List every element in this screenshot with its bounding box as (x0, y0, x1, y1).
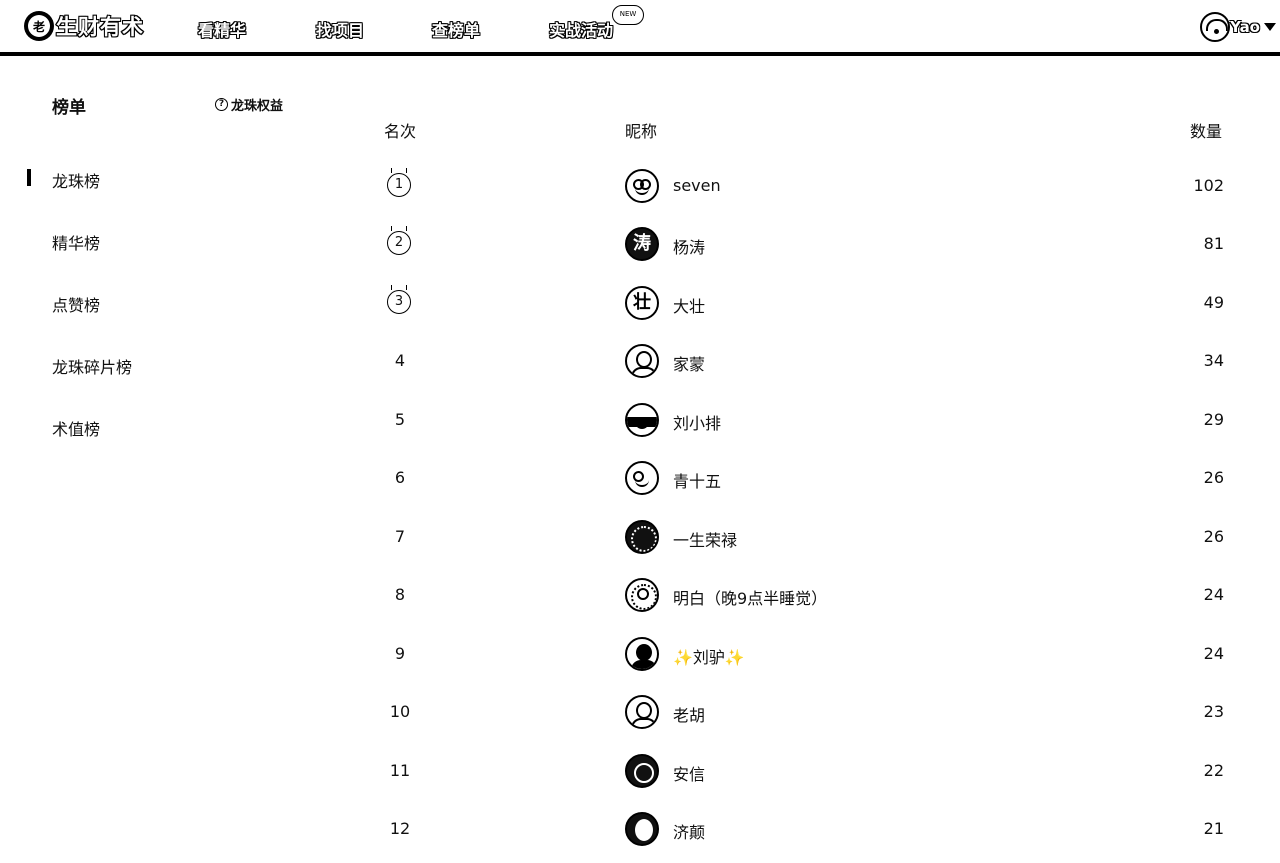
rank-number: 10 (389, 702, 411, 721)
medal-icon: 1 (387, 168, 411, 197)
nav-item-projects[interactable]: 找项目 (316, 17, 364, 41)
user-name[interactable]: Yao (1230, 18, 1260, 36)
nickname[interactable]: 刘小排 (673, 410, 721, 434)
logo[interactable]: 老 生财有术 (24, 10, 144, 42)
rank-number: 11 (389, 761, 411, 780)
sidebar-item-fragments[interactable]: 龙珠碎片榜 (52, 354, 132, 378)
nickname[interactable]: 明白（晚9点半睡觉） (673, 585, 827, 609)
header-count: 数量 (1190, 122, 1223, 141)
table-row: 1 seven 102 (370, 167, 1240, 207)
count: 22 (1203, 761, 1224, 780)
medal-icon: 3 (387, 285, 411, 314)
sidebar-item-likes[interactable]: 点赞榜 (52, 292, 100, 316)
person-dotted-icon[interactable] (625, 578, 659, 612)
header-rank: 名次 (384, 122, 417, 141)
person-suit-icon[interactable] (625, 637, 659, 671)
medal-icon: 2 (387, 226, 411, 255)
user-menu[interactable]: Yao (1200, 11, 1276, 43)
user-avatar[interactable] (1200, 12, 1231, 42)
table-row: 8 明白（晚9点半睡觉） 24 (370, 576, 1240, 616)
nickname[interactable]: 青十五 (673, 468, 721, 492)
sidebar-title: 榜单 (52, 98, 86, 118)
mushroom-icon[interactable] (625, 403, 659, 437)
count: 81 (1203, 234, 1224, 253)
person-glasses-icon[interactable] (625, 344, 659, 378)
nickname[interactable]: 家蒙 (673, 351, 705, 375)
table-row: 6 青十五 26 (370, 459, 1240, 499)
count: 26 (1203, 527, 1224, 546)
count: 29 (1203, 410, 1224, 429)
benefits-label[interactable]: 龙珠权益 (231, 95, 283, 114)
cartoon-face-icon[interactable] (625, 461, 659, 495)
logo-mark-icon: 老 (24, 11, 54, 41)
table-row: 9 ✨刘驴✨ 24 (370, 635, 1240, 675)
nickname[interactable]: seven (673, 176, 721, 195)
rank-number: 12 (389, 819, 411, 838)
caret-down-icon[interactable] (1264, 23, 1276, 31)
table-row: 4 家蒙 34 (370, 342, 1240, 382)
nav-item-highlights[interactable]: 看精华 (198, 17, 246, 41)
sidebar-item-essence[interactable]: 精华榜 (52, 230, 100, 254)
sidebar-item-skill-value[interactable]: 术值榜 (52, 416, 100, 440)
dark-photo-icon[interactable] (625, 520, 659, 554)
sidebar-item-dragon-ball[interactable]: 龙珠榜 (52, 168, 100, 192)
rank-number: 5 (394, 410, 406, 429)
person-icon[interactable] (625, 695, 659, 729)
rank-number: 6 (394, 468, 406, 487)
top-nav: 老 生财有术 看精华 找项目 查榜单 实战活动 NEW Yao (0, 0, 1280, 56)
nav-item-rankings[interactable]: 查榜单 (432, 17, 480, 41)
nickname[interactable]: ✨刘驴✨ (673, 644, 745, 668)
nickname[interactable]: 安信 (673, 761, 705, 785)
table-row: 7 一生荣禄 26 (370, 518, 1240, 558)
table-row: 12 济颠 21 (370, 810, 1240, 850)
nickname[interactable]: 一生荣禄 (673, 527, 737, 551)
count: 26 (1203, 468, 1224, 487)
calligraphy-icon[interactable]: 壮 (625, 286, 659, 320)
nickname[interactable]: 济颠 (673, 819, 705, 843)
question-circle-icon: ? (215, 98, 228, 111)
count: 49 (1203, 293, 1224, 312)
table-row: 10 老胡 23 (370, 693, 1240, 733)
count: 21 (1203, 819, 1224, 838)
count: 24 (1203, 644, 1224, 663)
dragon-ball-benefits-link[interactable]: ? 龙珠权益 (215, 95, 283, 114)
owl-face-icon[interactable] (625, 169, 659, 203)
rank-number: 4 (394, 351, 406, 370)
new-badge: NEW (612, 5, 644, 25)
portrait-icon[interactable] (625, 812, 659, 846)
logo-text: 生财有术 (55, 14, 144, 40)
table-row: 5 刘小排 29 (370, 401, 1240, 441)
active-indicator (27, 169, 31, 186)
count: 102 (1193, 176, 1224, 195)
table-row: 11 安信 22 (370, 752, 1240, 792)
rank-number: 7 (394, 527, 406, 546)
header-nickname: 昵称 (625, 122, 658, 141)
count: 23 (1203, 702, 1224, 721)
table-row: 2 涛 杨涛 81 (370, 225, 1240, 265)
count: 34 (1203, 351, 1224, 370)
nav-item-activities[interactable]: 实战活动 (549, 17, 613, 41)
count: 24 (1203, 585, 1224, 604)
nickname[interactable]: 杨涛 (673, 234, 705, 258)
rank-number: 9 (394, 644, 406, 663)
dark-badge-icon[interactable] (625, 754, 659, 788)
nickname[interactable]: 老胡 (673, 702, 705, 726)
rank-number: 8 (394, 585, 406, 604)
nickname[interactable]: 大壮 (673, 293, 705, 317)
table-row: 3 壮 大壮 49 (370, 284, 1240, 324)
calligraphy-tao-icon[interactable]: 涛 (625, 227, 659, 261)
